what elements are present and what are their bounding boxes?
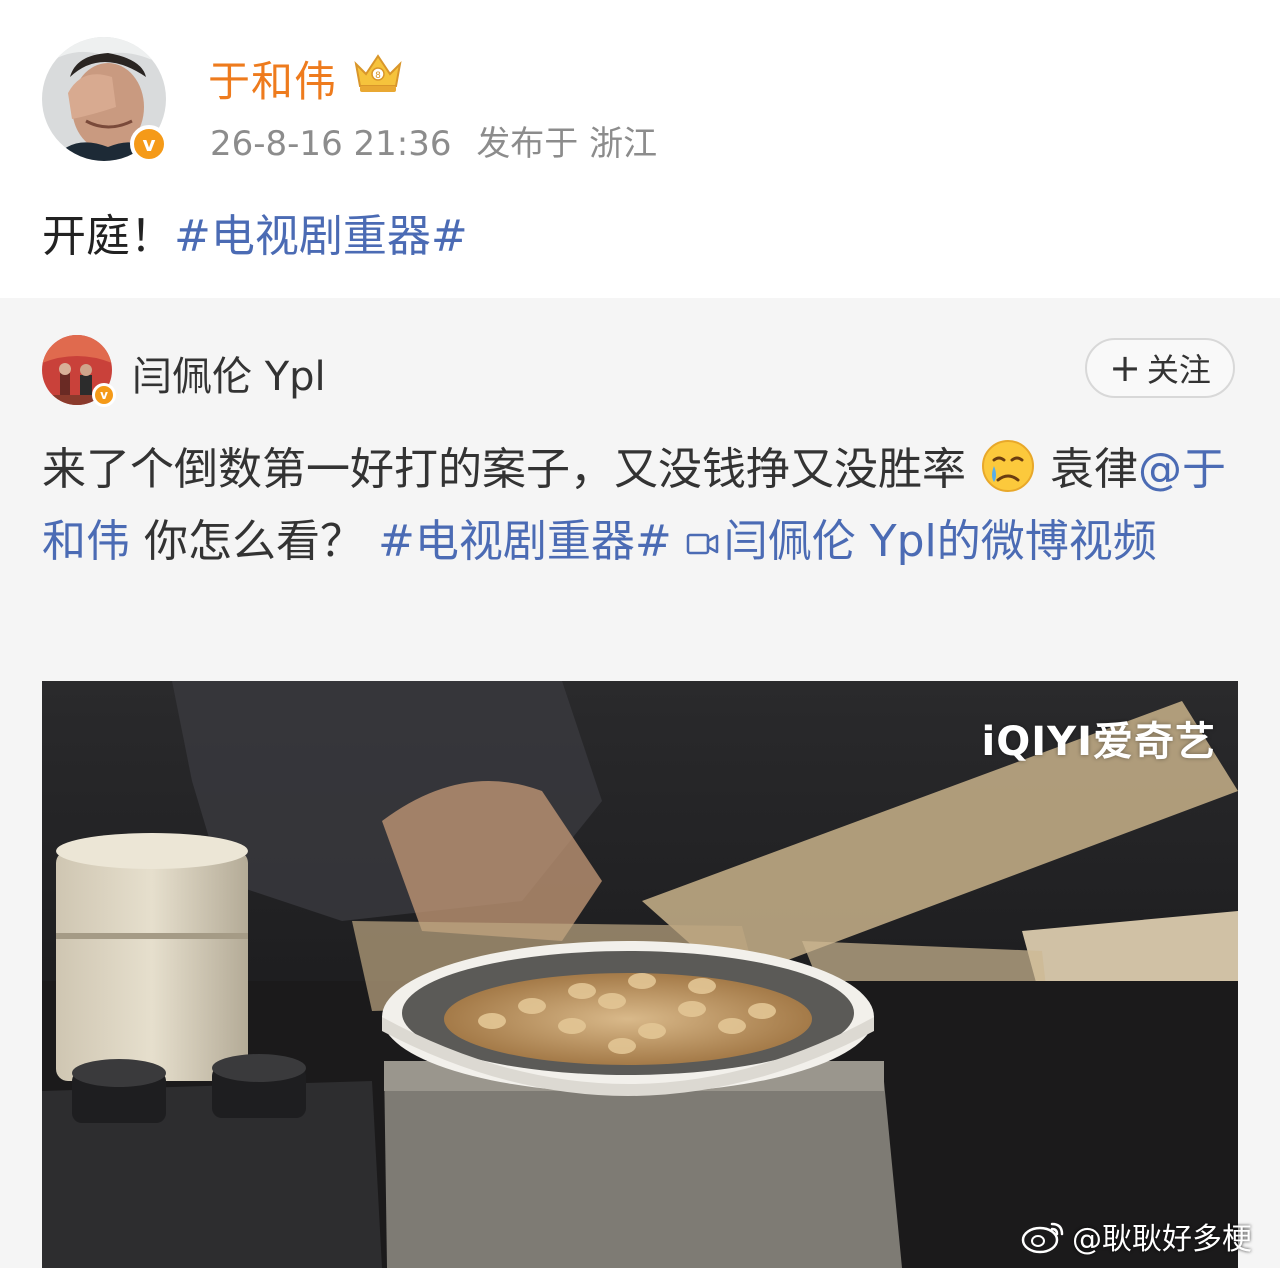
weibo-logo-icon	[1021, 1222, 1064, 1254]
video-thumbnail[interactable]: iQIYI爱奇艺	[42, 681, 1238, 1268]
repost-author-avatar[interactable]: v	[42, 335, 116, 407]
post-timestamp: 26-8-16 21:36	[210, 124, 452, 164]
video-still-image	[42, 681, 1238, 1268]
watermark-text: @耿耿好多梗	[1072, 1222, 1252, 1257]
video-link-label: 闫佩伦 Ypl的微博视频	[723, 516, 1157, 567]
video-camera-icon	[686, 533, 718, 555]
repost-card[interactable]: v 闫佩伦 Ypl + 关注 来了个倒数第一好打的案子，又没钱挣又没胜率 袁律@…	[0, 298, 1280, 1268]
watermark: @耿耿好多梗	[1020, 1214, 1252, 1258]
repost-author-name[interactable]: 闫佩伦 Ypl	[132, 344, 326, 402]
follow-button[interactable]: + 关注	[1085, 338, 1235, 398]
repost-text: 来了个倒数第一好打的案子，又没钱挣又没胜率 袁律@于和伟 你怎么看？ #电视剧重…	[42, 434, 1238, 578]
video-link[interactable]: 闫佩伦 Ypl的微博视频	[686, 516, 1157, 567]
post-meta: 26-8-16 21:36 发布于 浙江	[210, 116, 671, 165]
crying-emoji-icon	[982, 440, 1034, 492]
author-name[interactable]: 于和伟	[208, 48, 337, 109]
post-text-plain: 开庭！	[42, 211, 174, 262]
follow-button-label: 关注	[1146, 351, 1211, 389]
weibo-screenshot: v 于和伟 8 26-8-16 21:36 发布于 浙江 开庭！#电视剧重器#	[0, 0, 1280, 1268]
post-text: 开庭！#电视剧重器#	[42, 200, 468, 264]
repost-text-part3: 你怎么看？	[130, 516, 364, 567]
post-topic-link[interactable]: #电视剧重器#	[174, 211, 468, 262]
post-location: 发布于 浙江	[476, 124, 658, 164]
original-post: v 于和伟 8 26-8-16 21:36 发布于 浙江 开庭！#电视剧重器#	[0, 0, 1280, 298]
crown-badge-icon[interactable]: 8	[350, 50, 406, 94]
verified-v-icon: v	[92, 383, 116, 407]
repost-text-part2: 袁律	[1036, 444, 1138, 495]
author-avatar[interactable]: v	[42, 37, 168, 163]
iqiyi-logo: iQIYI爱奇艺	[981, 719, 1216, 765]
svg-text:8: 8	[375, 71, 381, 81]
repost-topic-link[interactable]: #电视剧重器#	[378, 516, 672, 567]
verified-v-icon: v	[130, 125, 168, 163]
repost-text-part1: 来了个倒数第一好打的案子，又没钱挣又没胜率	[42, 444, 966, 495]
plus-icon: +	[1109, 346, 1141, 390]
